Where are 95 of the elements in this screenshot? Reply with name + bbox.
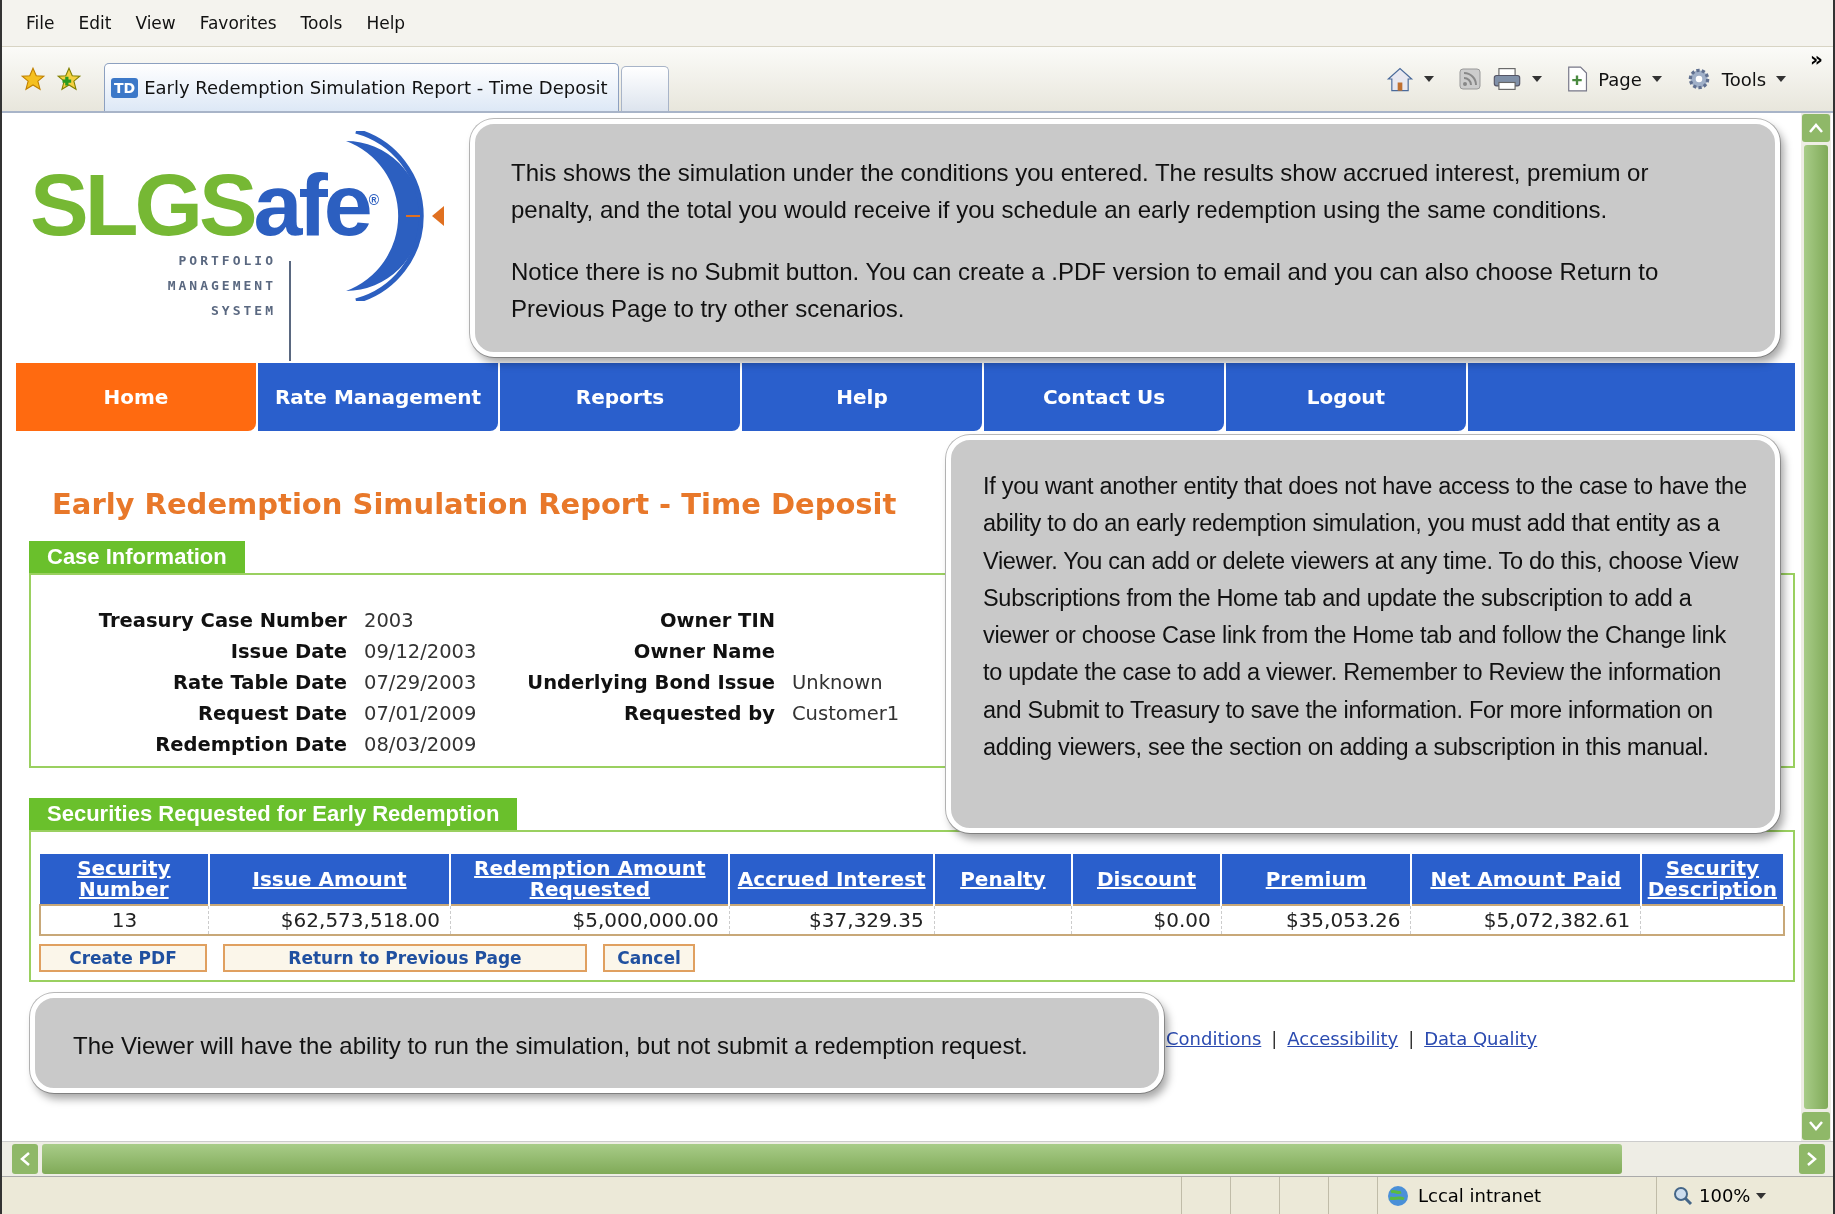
table-cell: $5,000,000.00 — [572, 908, 719, 932]
overflow-chevron[interactable]: » — [1810, 47, 1823, 71]
column-header[interactable]: Premium — [1221, 854, 1411, 905]
column-header[interactable]: Accrued Interest — [729, 854, 935, 905]
field-value: 07/01/2009 — [364, 702, 477, 725]
scrollbar-thumb[interactable] — [1804, 145, 1828, 1109]
home-icon[interactable] — [1386, 66, 1415, 92]
table-cell: $35,053.26 — [1285, 908, 1401, 932]
callout-text: This shows the simulation under the conditions you entered. The results show accrued interest, premium or penalty, and the total you would receive if you schedule an early redemption using the same conditions. — [511, 158, 1650, 225]
dropdown-caret-icon[interactable] — [1424, 76, 1435, 82]
field-label: Redemption Date — [154, 733, 347, 756]
tools-menu[interactable]: Tools — [1721, 68, 1767, 90]
field-label: Rate Table Date — [172, 671, 347, 694]
table-cell: $0.00 — [1153, 908, 1211, 932]
logo-tagline: PORTFOLIO — [178, 253, 276, 268]
zoom-level[interactable]: 100% — [1699, 1185, 1751, 1206]
add-favorite-icon[interactable] — [56, 66, 82, 92]
scroll-up-button[interactable] — [1802, 114, 1830, 142]
field-label: Owner Name — [632, 640, 775, 663]
field-value: Unknown — [792, 671, 883, 694]
column-header[interactable]: Net Amount Paid — [1410, 854, 1641, 905]
page-icon[interactable] — [1566, 66, 1589, 92]
menu-item[interactable]: File — [26, 13, 55, 33]
footer-link[interactable]: Data Quality — [1424, 1028, 1538, 1049]
action-button[interactable]: Return to Previous Page — [223, 944, 587, 972]
scrollbar-thumb[interactable] — [42, 1144, 1622, 1174]
security-zone: Lccal intranet — [1418, 1185, 1541, 1206]
field-label: Underlying Bond Issue — [526, 671, 775, 694]
logo-tagline: MANAGEMENT — [167, 278, 276, 293]
link-separator: | — [1408, 1028, 1415, 1049]
menu-item[interactable]: Tools — [300, 13, 343, 33]
scroll-right-button[interactable] — [1799, 1144, 1825, 1174]
field-value: 07/29/2003 — [364, 671, 477, 694]
field-label: Request Date — [197, 702, 347, 725]
chevron-up-icon — [1809, 123, 1823, 133]
footer-link[interactable]: Conditions — [1166, 1028, 1262, 1049]
nav-tab[interactable]: Logout — [1226, 363, 1466, 431]
table-cell: 13 — [111, 908, 138, 932]
field-label: Owner TIN — [659, 609, 775, 632]
action-button[interactable]: Cancel — [603, 944, 695, 972]
field-value: 08/03/2009 — [364, 733, 477, 756]
scroll-down-button[interactable] — [1802, 1112, 1830, 1140]
table-cell: $62,573,518.00 — [280, 908, 440, 932]
callout-text: The Viewer will have the ability to run the simulation, but not submit a redemption request. — [73, 1032, 1029, 1060]
tab-title: Early Redemption Simulation Report - Time Deposit — [144, 77, 608, 98]
tab-icon: TD — [111, 77, 139, 98]
column-header[interactable]: Security Description — [1640, 854, 1784, 905]
section-heading: Case Information — [29, 541, 245, 573]
field-value: Customer1 — [792, 702, 900, 725]
zoom-icon[interactable] — [1673, 1185, 1693, 1206]
chevron-right-icon — [1807, 1152, 1817, 1166]
chevron-left-icon — [20, 1152, 30, 1166]
column-header[interactable]: Discount — [1071, 854, 1222, 905]
column-header[interactable]: Penalty — [934, 854, 1072, 905]
nav-tab[interactable]: Help — [742, 363, 982, 431]
logo-tagline: SYSTEM — [211, 303, 276, 318]
field-value: 09/12/2003 — [364, 640, 477, 663]
menu-item[interactable]: View — [135, 13, 176, 33]
column-header[interactable]: Issue Amount — [208, 854, 451, 905]
feed-icon[interactable] — [1458, 67, 1483, 91]
section-heading: Securities Requested for Early Redemption — [29, 798, 518, 830]
column-header[interactable]: Redemption Amount Requested — [450, 854, 730, 905]
nav-tab[interactable]: Contact Us — [984, 363, 1224, 431]
page-title: Early Redemption Simulation Report - Time Deposit — [52, 487, 897, 521]
table-cell: $5,072,382.61 — [1483, 908, 1631, 932]
menu-item[interactable]: Help — [366, 13, 406, 33]
dropdown-caret-icon[interactable] — [1756, 1192, 1767, 1199]
print-icon[interactable] — [1492, 66, 1523, 92]
field-label: Requested by — [623, 702, 775, 725]
chevron-down-icon — [1809, 1121, 1823, 1131]
page-menu[interactable]: Page — [1598, 68, 1642, 90]
callout-text: If you want another entity that does not have access to the case to have the ability to do an early redemption simulation, you must add that entity as a Viewer. You can add or delete viewers at any time. To do this, choose View Subscriptions from the Home tab and update the subscription to add a viewer or choose Case link from the Home tab and follow the Change link to update the case to add a viewer. Remember to Review the information and Submit to Treasury to save the information. For more information on adding viewers, see the section on adding a subscription in this manual. — [983, 472, 1748, 763]
scroll-left-button[interactable] — [12, 1144, 38, 1174]
nav-tab[interactable]: Rate Management — [258, 363, 498, 431]
field-value: 2003 — [364, 609, 414, 632]
browser-tab[interactable]: TD Early Redemption Simulation Report - Time Deposit — [104, 63, 619, 111]
action-button[interactable]: Create PDF — [39, 944, 207, 972]
logo-wordmark: SLGSafe$^{®}$ — [30, 161, 380, 249]
favorites-star-icon[interactable] — [20, 66, 46, 92]
column-header[interactable]: Security Number — [40, 854, 209, 905]
dropdown-caret-icon[interactable] — [1776, 76, 1787, 82]
vertical-scrollbar[interactable] — [1801, 113, 1831, 1141]
horizontal-scrollbar[interactable] — [2, 1141, 1833, 1176]
callout-text: Notice there is no Submit button. You can create a .PDF version to email and you can also choose Return to Previous Page to try other scenarios. — [511, 257, 1660, 324]
field-label: Treasury Case Number — [97, 609, 347, 632]
menu-item[interactable]: Favorites — [199, 13, 277, 33]
new-tab-button[interactable] — [621, 66, 669, 111]
nav-tab[interactable]: Reports — [500, 363, 740, 431]
field-label: Issue Date — [229, 640, 347, 663]
link-separator: | — [1271, 1028, 1278, 1049]
dropdown-caret-icon[interactable] — [1532, 76, 1543, 82]
dropdown-caret-icon[interactable] — [1651, 76, 1662, 82]
menu-item[interactable]: Edit — [78, 13, 112, 33]
footer-link[interactable]: Accessibility — [1287, 1028, 1399, 1049]
table-cell: $37,329.35 — [809, 908, 924, 932]
